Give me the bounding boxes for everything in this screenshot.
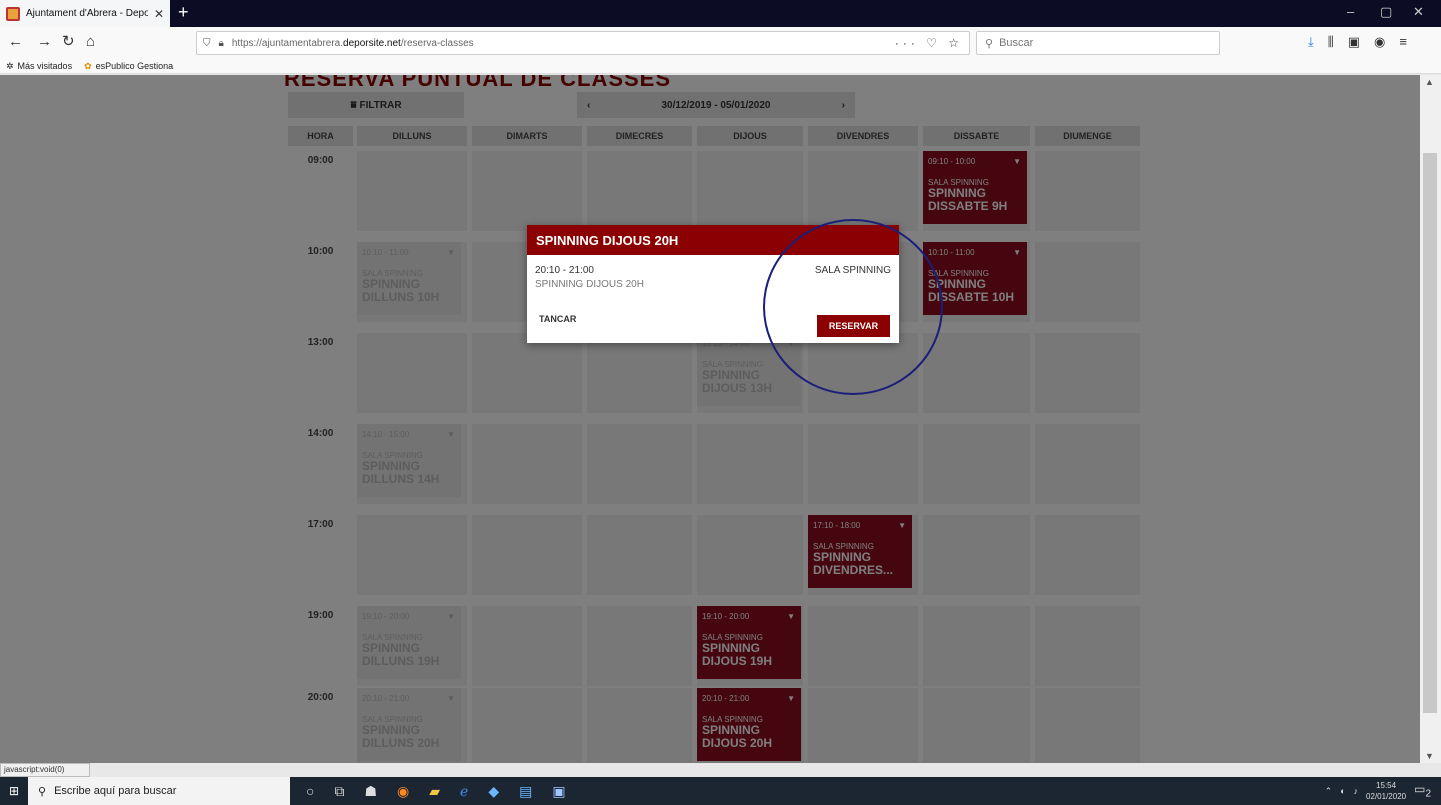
bookmark-most-visited[interactable]: ✲ Más visitados [6, 61, 72, 72]
search-icon: ⚲ [985, 37, 994, 50]
dialog-class-time: 20:10 - 21:00 [535, 265, 594, 276]
menu-icon[interactable]: ≡ [1399, 34, 1407, 50]
modal-backdrop[interactable] [0, 75, 1420, 763]
url-text: https://ajuntamentabrera.deporsite.net/r… [231, 37, 474, 49]
network-icon[interactable]: ◐ [1340, 786, 1345, 796]
reload-icon[interactable]: ↻ [62, 34, 75, 50]
system-tray: ⌃ ◐ ♪ 15:54 02/01/2020 ▭2 [1325, 777, 1431, 805]
chevron-up-icon[interactable]: ⌃ [1325, 786, 1333, 797]
internet-explorer-icon[interactable]: ℯ [460, 783, 468, 800]
toolbar-icons: ⤓ ⫼ ▣ ◉ ≡ [1308, 34, 1407, 50]
taskbar-apps: ○ ⧉ ☗ ◉ ▰ ℯ ◆ ▤ ▣ [290, 783, 566, 800]
page-actions-icon[interactable]: ··· ♡ ☆ [895, 36, 963, 50]
account-icon[interactable]: ◉ [1374, 34, 1385, 50]
cortana-icon[interactable]: ○ [306, 783, 314, 800]
task-view-icon[interactable]: ⧉ [334, 783, 344, 800]
home-icon[interactable]: ⌂ [86, 34, 95, 50]
espublico-icon: ✿ [84, 60, 92, 71]
back-icon[interactable]: ← [8, 34, 23, 50]
dialog-class-name: SPINNING DIJOUS 20H [535, 279, 644, 290]
browser-tab[interactable]: Ajuntament d'Abrera - DeporSite ✕ [0, 0, 170, 27]
download-icon[interactable]: ⤓ [1308, 34, 1314, 50]
search-icon: ⚲ [38, 785, 47, 798]
scrollbar-thumb[interactable] [1423, 153, 1437, 713]
lock-icon: 🔒︎ [218, 37, 224, 49]
scroll-up-icon[interactable]: ▲ [1425, 77, 1434, 87]
maximize-button[interactable]: ▢ [1380, 4, 1392, 20]
store-icon[interactable]: ▤ [519, 783, 532, 800]
browser-tab-bar: Ajuntament d'Abrera - DeporSite ✕ + – ▢ … [0, 0, 1441, 27]
close-dialog-button[interactable]: TANCAR [539, 314, 576, 324]
annotation-circle [763, 219, 943, 395]
firefox-icon[interactable]: ◉ [397, 783, 409, 800]
document-icon[interactable]: ▣ [552, 783, 565, 800]
site-favicon-icon [6, 6, 20, 21]
taskbar-search-input[interactable]: ⚲ Escribe aquí para buscar [28, 777, 290, 805]
clock[interactable]: 15:54 02/01/2020 [1366, 780, 1406, 802]
forward-icon[interactable]: → [37, 34, 52, 50]
sidebar-icon[interactable]: ▣ [1348, 34, 1360, 50]
notifications-icon[interactable]: ▭2 [1414, 782, 1431, 799]
minimize-button[interactable]: – [1347, 4, 1354, 19]
tab-title: Ajuntament d'Abrera - DeporSite [26, 8, 148, 19]
windows-taskbar: ⊞ ⚲ Escribe aquí para buscar ○ ⧉ ☗ ◉ ▰ ℯ… [0, 777, 1441, 805]
page-scrollbar[interactable]: ▲ ▼ [1420, 75, 1441, 763]
bookmarks-bar: ✲ Más visitados ✿ esPublico Gestiona [0, 59, 1441, 74]
browser-status-text: javascript:void(0) [0, 763, 90, 777]
scroll-down-icon[interactable]: ▼ [1425, 751, 1434, 761]
browser-nav-bar: ← → ↻ ⌂ ⛉ 🔒︎ https://ajuntamentabrera.de… [0, 27, 1441, 59]
volume-icon[interactable]: ♪ [1354, 786, 1359, 796]
shield-icon: ⛉ [203, 37, 211, 49]
gear-icon: ✲ [6, 60, 14, 71]
file-explorer-icon[interactable]: ▰ [429, 783, 440, 800]
new-tab-button[interactable]: + [178, 3, 189, 21]
bookmark-espublico[interactable]: ✿ esPublico Gestiona [84, 61, 173, 72]
browser-search-input[interactable]: ⚲ Buscar [976, 31, 1220, 55]
library-icon[interactable]: ⫼ [1328, 34, 1334, 50]
close-window-button[interactable]: ✕ [1413, 4, 1424, 20]
url-bar[interactable]: ⛉ 🔒︎ https://ajuntamentabrera.deporsite.… [196, 31, 970, 55]
search-placeholder: Buscar [999, 37, 1034, 49]
close-tab-icon[interactable]: ✕ [154, 7, 164, 21]
windows-start-icon[interactable]: ⊞ [0, 784, 28, 798]
app-icon[interactable]: ◆ [488, 783, 499, 800]
people-app-icon[interactable]: ☗ [364, 783, 377, 800]
